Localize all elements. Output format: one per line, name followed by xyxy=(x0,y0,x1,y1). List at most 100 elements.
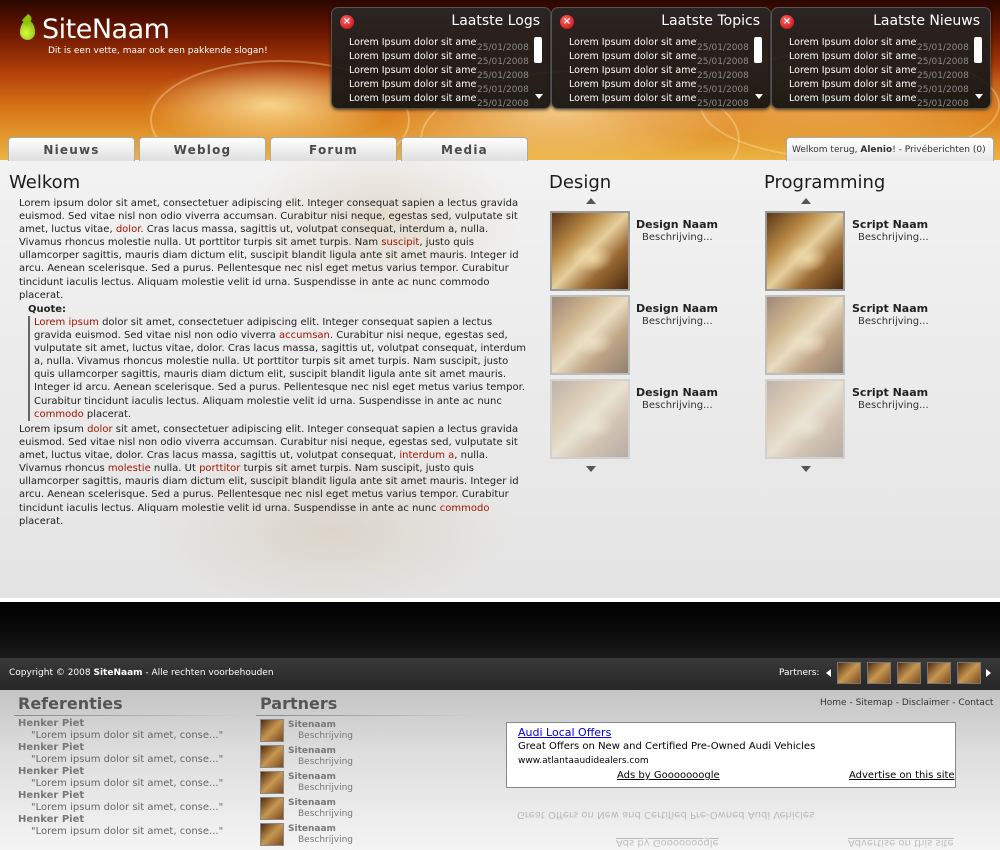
partner-name[interactable]: Sitenaam xyxy=(288,746,336,756)
scroll-up-icon[interactable] xyxy=(801,198,811,204)
site-slogan: Dit is een vette, maar ook een pakkende … xyxy=(48,46,268,56)
tab-media[interactable]: Media xyxy=(401,137,528,161)
prev-arrow-icon[interactable] xyxy=(826,669,831,677)
design-description: Beschrijving... xyxy=(642,400,713,411)
partner-name[interactable]: Sitenaam xyxy=(288,798,336,808)
advertise-link[interactable]: Advertise on this site xyxy=(849,770,955,781)
username[interactable]: Alenio xyxy=(860,145,892,155)
quote-text: Lorem ipsum dolor sit amet, consectetuer… xyxy=(28,316,528,421)
design-thumbnail[interactable] xyxy=(550,211,630,291)
scroll-down-icon[interactable] xyxy=(755,94,763,99)
private-messages-link[interactable]: Privéberichten (0) xyxy=(905,145,986,155)
partner-thumbnail[interactable] xyxy=(260,771,284,794)
scroll-down-icon[interactable] xyxy=(975,94,983,99)
ad-box: Audi Local Offers Great Offers on New an… xyxy=(506,722,956,788)
partners-title: Partners xyxy=(260,694,338,713)
list-item[interactable]: Lorem Ipsum dolor sit amet25/01/2008 xyxy=(569,50,749,67)
scroll-down-icon[interactable] xyxy=(801,466,811,472)
footer-link-contact[interactable]: Contact xyxy=(958,698,993,708)
inline-link: Lorem ipsum xyxy=(34,317,99,328)
list-item[interactable]: Lorem Ipsum dolor sit amet25/01/2008 xyxy=(349,78,529,95)
scrollbar-thumb[interactable] xyxy=(974,37,982,63)
footer-link-disclaimer[interactable]: Disclaimer xyxy=(902,698,950,708)
scroll-down-icon[interactable] xyxy=(535,94,543,99)
script-description: Beschrijving... xyxy=(858,232,929,243)
scrollbar-thumb[interactable] xyxy=(534,37,542,63)
inline-link: porttitor xyxy=(199,463,241,475)
next-arrow-icon[interactable] xyxy=(986,669,991,677)
scroll-up-icon[interactable] xyxy=(586,198,596,204)
tab-weblog[interactable]: Weblog xyxy=(139,137,266,161)
ad-reflection: Ads by Gooooooogle Advertise on this sit… xyxy=(517,809,954,848)
scroll-down-icon[interactable] xyxy=(586,466,596,472)
partner-description: Beschrijving xyxy=(298,757,353,767)
panel-title: Laatste Topics xyxy=(661,13,760,29)
partner-name[interactable]: Sitenaam xyxy=(288,772,336,782)
list-item[interactable]: Lorem Ipsum dolor sit amet25/01/2008 xyxy=(789,92,969,109)
design-description: Beschrijving... xyxy=(642,316,713,327)
close-icon[interactable]: × xyxy=(340,15,354,29)
list-item[interactable]: Lorem Ipsum dolor sit amet25/01/2008 xyxy=(569,92,749,109)
design-name[interactable]: Design Naam xyxy=(636,302,718,315)
latest-topics-panel: × Laatste Topics Lorem Ipsum dolor sit a… xyxy=(551,7,771,109)
leaf-drop-icon xyxy=(20,20,35,40)
partner-thumbnail[interactable] xyxy=(957,662,981,684)
list-item[interactable]: Lorem Ipsum dolor sit amet25/01/2008 xyxy=(789,50,969,67)
intro-paragraph: Lorem ipsum dolor sit amet, consectetuer… xyxy=(19,198,519,301)
list-item[interactable]: Lorem Ipsum dolor sit amet25/01/2008 xyxy=(349,92,529,109)
partner-name[interactable]: Sitenaam xyxy=(288,824,336,834)
reference-text: "Lorem ipsum dolor sit amet, conse..." xyxy=(31,754,224,765)
list-item[interactable]: Lorem Ipsum dolor sit amet25/01/2008 xyxy=(569,64,749,81)
reference-name: Henker Piet xyxy=(18,814,85,825)
partner-thumbnail[interactable] xyxy=(260,797,284,820)
inline-link: interdum a xyxy=(399,450,455,462)
partner-thumbnail[interactable] xyxy=(867,662,891,684)
list-item[interactable]: Lorem Ipsum dolor sit amet25/01/2008 xyxy=(349,64,529,81)
tab-forum[interactable]: Forum xyxy=(270,137,397,161)
ad-title-link[interactable]: Audi Local Offers xyxy=(518,726,611,739)
ads-by-link[interactable]: Ads by Gooooooogle xyxy=(617,770,720,781)
scrollbar-thumb[interactable] xyxy=(754,37,762,63)
partner-thumbnail[interactable] xyxy=(837,662,861,684)
script-name[interactable]: Script Naam xyxy=(852,302,928,315)
script-thumbnail[interactable] xyxy=(765,295,845,375)
list-item[interactable]: Lorem Ipsum dolor sit amet25/01/2008 xyxy=(569,78,749,95)
inline-link: molestie xyxy=(107,463,151,475)
partner-name[interactable]: Sitenaam xyxy=(288,720,336,730)
partner-thumbnail[interactable] xyxy=(927,662,951,684)
partners-label: Partners: xyxy=(779,668,820,678)
design-name[interactable]: Design Naam xyxy=(636,386,718,399)
list-item[interactable]: Lorem Ipsum dolor sit amet25/01/2008 xyxy=(789,36,969,53)
copyright-text: Copyright © 2008 SiteNaam - Alle rechten… xyxy=(9,668,274,678)
list-item[interactable]: Lorem Ipsum dolor sit amet25/01/2008 xyxy=(349,50,529,67)
design-name[interactable]: Design Naam xyxy=(636,218,718,231)
partner-thumbnail[interactable] xyxy=(260,823,284,846)
list-item[interactable]: Lorem Ipsum dolor sit amet25/01/2008 xyxy=(569,36,749,53)
script-name[interactable]: Script Naam xyxy=(852,218,928,231)
script-name[interactable]: Script Naam xyxy=(852,386,928,399)
welcome-greeting: Welkom terug, xyxy=(792,145,858,155)
partner-thumbnail[interactable] xyxy=(260,745,284,768)
partner-thumbnail[interactable] xyxy=(897,662,921,684)
footer-link-sitemap[interactable]: Sitemap xyxy=(856,698,893,708)
divider xyxy=(14,715,244,716)
list-item[interactable]: Lorem Ipsum dolor sit amet25/01/2008 xyxy=(349,36,529,53)
footer-link-home[interactable]: Home xyxy=(820,698,847,708)
list-item[interactable]: Lorem Ipsum dolor sit amet25/01/2008 xyxy=(789,78,969,95)
design-thumbnail[interactable] xyxy=(550,379,630,459)
panel-title: Laatste Nieuws xyxy=(873,13,980,29)
close-icon[interactable]: × xyxy=(560,15,574,29)
reference-text: "Lorem ipsum dolor sit amet, conse..." xyxy=(31,730,224,741)
tab-nieuws[interactable]: Nieuws xyxy=(8,137,135,161)
inline-link: commodo xyxy=(34,408,84,420)
close-icon[interactable]: × xyxy=(780,15,794,29)
design-thumbnail[interactable] xyxy=(550,295,630,375)
reference-text: "Lorem ipsum dolor sit amet, conse..." xyxy=(31,826,224,837)
quote-block: Quote: Lorem ipsum dolor sit amet, conse… xyxy=(28,304,528,421)
ad-url[interactable]: www.atlantaaudidealers.com xyxy=(518,756,649,766)
partner-thumbnail[interactable] xyxy=(260,719,284,742)
list-item[interactable]: Lorem Ipsum dolor sit amet25/01/2008 xyxy=(789,64,969,81)
partner-description: Beschrijving xyxy=(298,731,353,741)
script-thumbnail[interactable] xyxy=(765,379,845,459)
script-thumbnail[interactable] xyxy=(765,211,845,291)
